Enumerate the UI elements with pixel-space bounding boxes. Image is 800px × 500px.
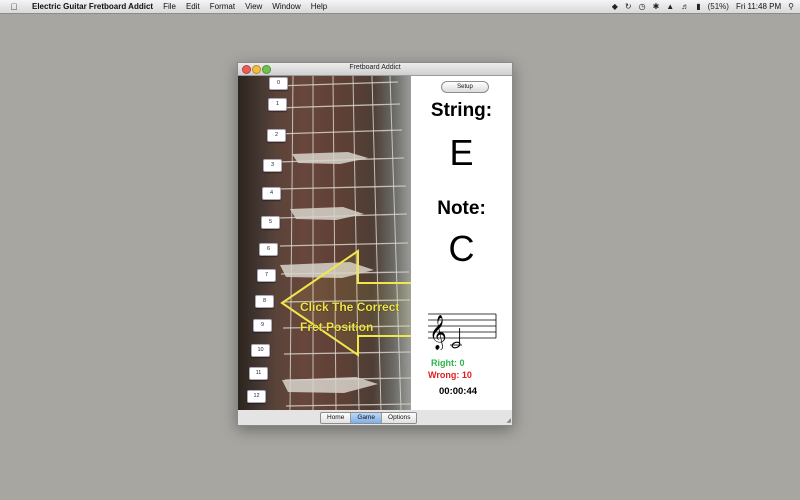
music-staff-icon: 𝄞	[428, 313, 497, 350]
battery-icon[interactable]: ▮	[696, 2, 700, 11]
fret-button-2[interactable]: 2	[267, 129, 286, 142]
search-icon[interactable]: ⚲	[788, 2, 794, 11]
battery-percent: (51%)	[707, 2, 729, 11]
fret-button-0[interactable]: 0	[269, 77, 288, 90]
fret-button-3[interactable]: 3	[263, 159, 282, 172]
info-panel: Setup String: E Note: C 𝄞 Right: 0 Wrong…	[411, 76, 512, 410]
note-value: C	[448, 228, 475, 269]
fret-button-6[interactable]: 6	[259, 243, 278, 256]
bottom-bar: Home Game Options ◢	[238, 410, 512, 425]
tab-control: Home Game Options	[320, 412, 418, 424]
string-label: String:	[430, 100, 493, 121]
status-tray: ◆ ↻ ◷ ✱ ▲ ♬ ▮ (51%) Fri 11:48 PM ⚲	[612, 0, 794, 13]
window-title: Fretboard Addict	[349, 64, 401, 71]
sync-icon[interactable]: ↻	[625, 2, 632, 11]
menu-edit[interactable]: Edit	[186, 2, 200, 11]
menu-window[interactable]: Window	[272, 2, 300, 11]
menu-app-name[interactable]: Electric Guitar Fretboard Addict	[32, 2, 153, 11]
tab-home[interactable]: Home	[321, 413, 351, 423]
fret-button-7[interactable]: 7	[257, 269, 276, 282]
fret-button-5[interactable]: 5	[261, 216, 280, 229]
menu-clock[interactable]: Fri 11:48 PM	[736, 2, 781, 11]
fret-button-11[interactable]: 11	[249, 367, 268, 380]
instruction-text: Click The Correct Fret Position	[300, 297, 411, 337]
volume-icon[interactable]: ♬	[681, 2, 689, 11]
fret-button-4[interactable]: 4	[262, 187, 281, 200]
app-window: Fretboard Addict 0 1 2 3 4 5 6 7 8 9 10 …	[237, 62, 513, 426]
bluetooth-icon[interactable]: ✱	[653, 2, 660, 11]
instruction-line-2: Fret Position	[300, 320, 374, 334]
menu-help[interactable]: Help	[311, 2, 327, 11]
fret-button-1[interactable]: 1	[268, 98, 287, 111]
fretboard-image: 0 1 2 3 4 5 6 7 8 9 10 11 12 Click The C…	[238, 76, 411, 410]
fret-button-9[interactable]: 9	[253, 319, 272, 332]
setup-button[interactable]: Setup	[441, 81, 489, 93]
wifi-icon[interactable]: ▲	[666, 2, 674, 11]
time-machine-icon[interactable]: ◷	[639, 2, 646, 11]
menu-format[interactable]: Format	[210, 2, 235, 11]
menu-file[interactable]: File	[163, 2, 176, 11]
dropbox-icon[interactable]: ◆	[612, 2, 618, 11]
instruction-line-1: Click The Correct	[300, 300, 400, 314]
window-titlebar[interactable]: Fretboard Addict	[238, 63, 512, 76]
note-label: Note:	[437, 198, 486, 219]
resize-grip-icon[interactable]: ◢	[506, 417, 511, 424]
fret-button-10[interactable]: 10	[251, 344, 270, 357]
menu-view[interactable]: View	[245, 2, 262, 11]
menu-bar:  Electric Guitar Fretboard Addict File …	[0, 0, 800, 14]
apple-icon[interactable]: 	[8, 2, 20, 12]
fret-button-12[interactable]: 12	[247, 390, 266, 403]
tab-game[interactable]: Game	[350, 413, 382, 423]
right-count: Right: 0	[431, 358, 465, 368]
string-value: E	[449, 132, 474, 173]
tab-options[interactable]: Options	[381, 413, 417, 423]
elapsed-timer: 00:00:44	[439, 386, 478, 397]
svg-text:𝄞: 𝄞	[429, 315, 447, 350]
fret-button-8[interactable]: 8	[255, 295, 274, 308]
wrong-count: Wrong: 10	[428, 370, 472, 380]
